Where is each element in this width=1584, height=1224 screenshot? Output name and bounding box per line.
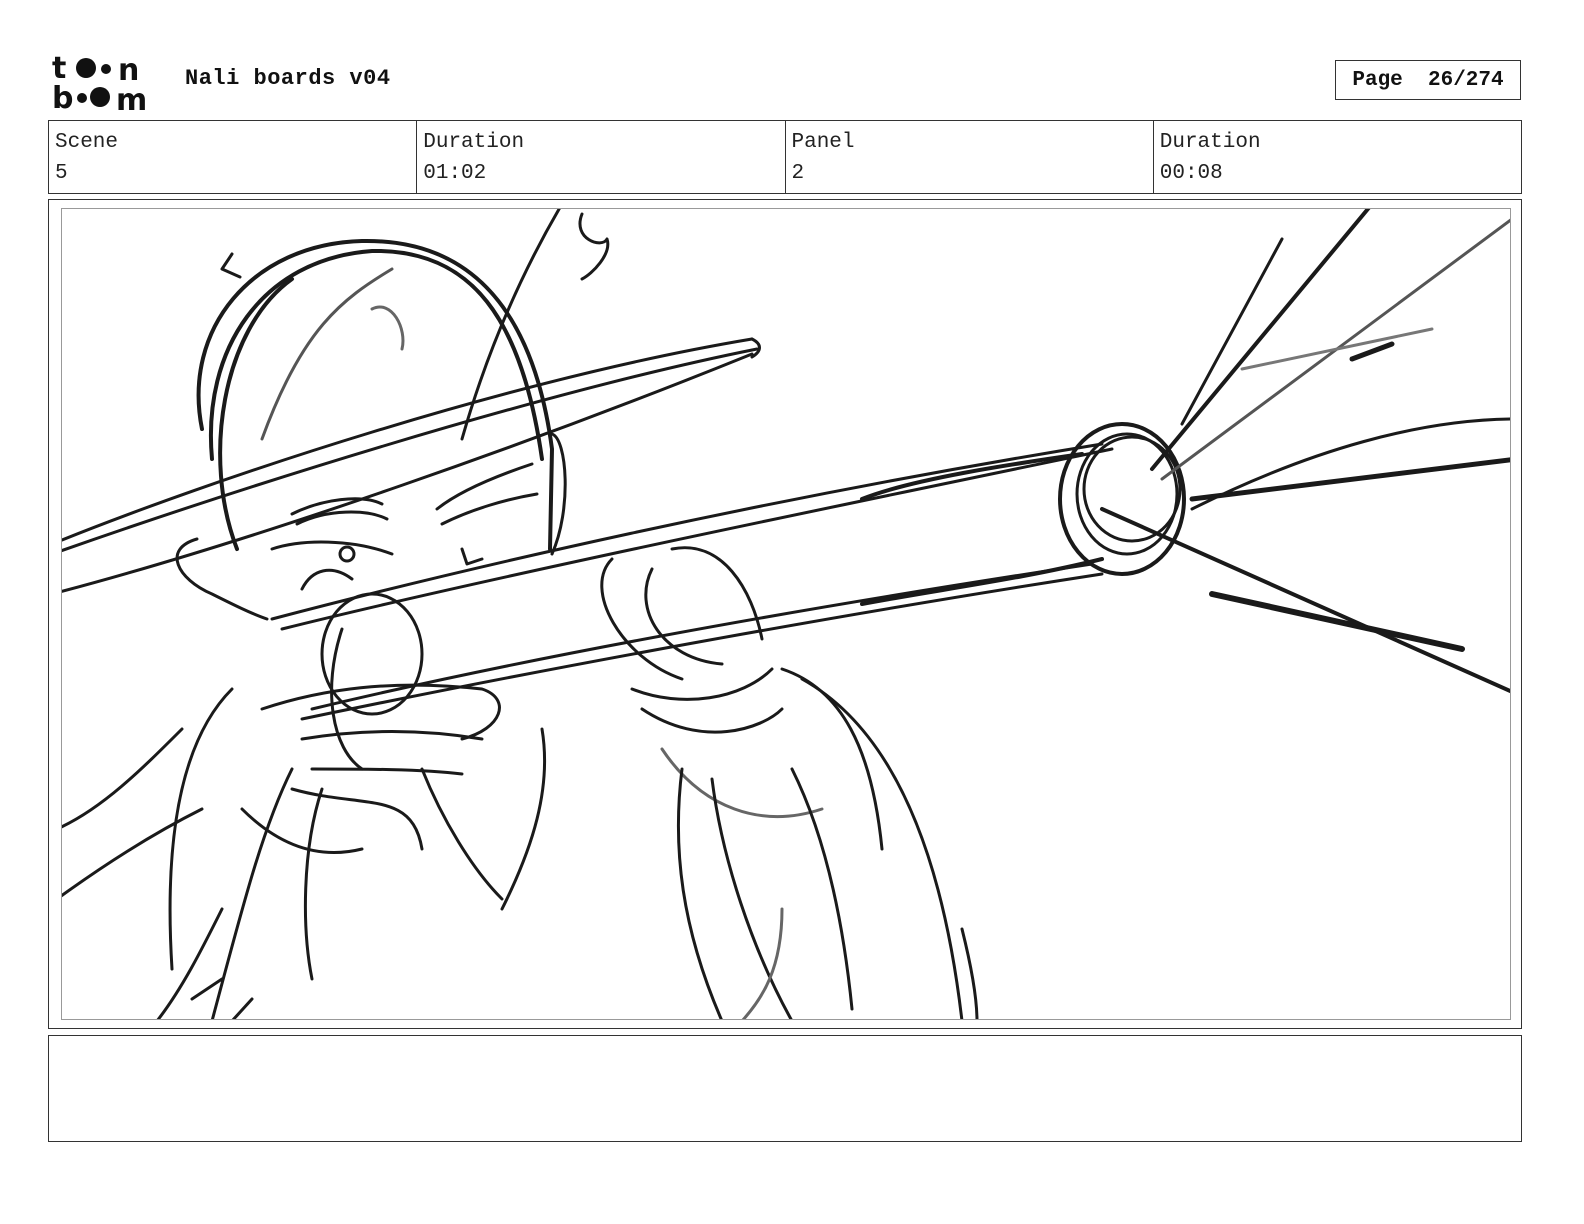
toonboom-logo: t n b m <box>52 51 164 118</box>
body-sketch <box>62 667 979 1019</box>
sketch-illustration <box>62 209 1510 1019</box>
scene-duration-cell: Duration 01:02 <box>417 121 786 193</box>
svg-text:b: b <box>52 81 73 112</box>
panel-cell: Panel 2 <box>786 121 1154 193</box>
panel-duration-cell: Duration 00:08 <box>1154 121 1521 193</box>
scene-label: Scene <box>55 131 119 154</box>
left-hand-sketch <box>240 592 501 855</box>
stray-marks-sketch <box>190 212 610 1019</box>
svg-text:m: m <box>116 83 147 112</box>
scene-duration-value: 01:02 <box>423 162 487 185</box>
panel-duration-label: Duration <box>1159 131 1261 154</box>
right-hand-sketch <box>600 546 824 818</box>
scene-cell: Scene 5 <box>49 121 418 193</box>
panel-label: Panel <box>791 131 855 154</box>
scene-duration-label: Duration <box>423 131 525 154</box>
tube-sketch <box>270 422 1186 721</box>
panel-duration-value: 00:08 <box>1159 162 1223 185</box>
page-indicator: Page 26/274 <box>1335 60 1521 100</box>
panel-notes-box <box>48 1035 1522 1142</box>
storyboard-panel <box>48 199 1522 1029</box>
panel-safe-area <box>61 208 1511 1020</box>
scene-value: 5 <box>55 162 68 185</box>
panel-value: 2 <box>791 162 805 185</box>
panel-info-row: Scene 5 Duration 01:02 Panel 2 Duration … <box>48 120 1522 194</box>
page-label: Page <box>1352 68 1403 92</box>
document-title: Nali boards v04 <box>185 66 391 91</box>
page-number: 26/274 <box>1428 68 1504 92</box>
hat-brim-sketch <box>62 337 761 593</box>
